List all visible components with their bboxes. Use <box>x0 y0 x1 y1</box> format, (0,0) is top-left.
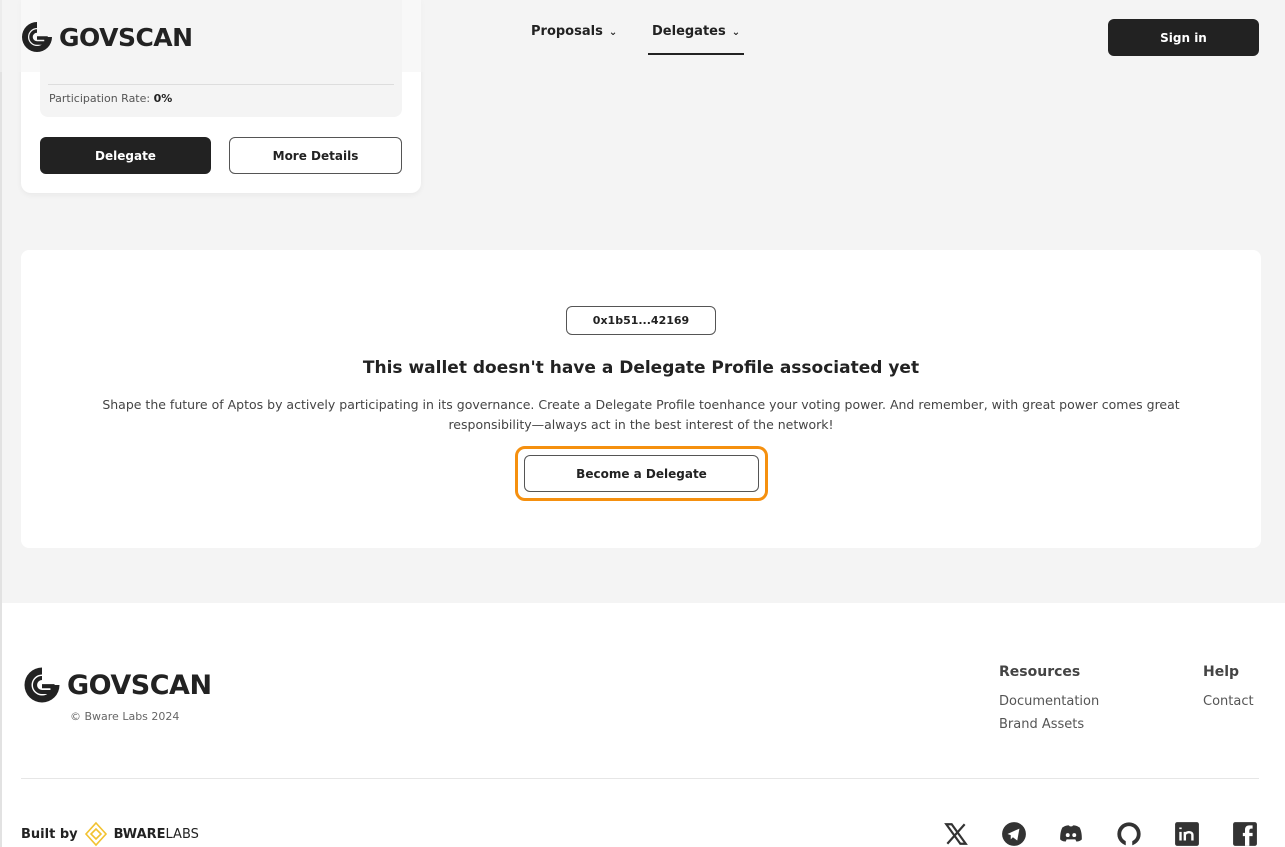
documentation-link[interactable]: Documentation <box>999 694 1099 709</box>
nav-label: Delegates <box>652 24 726 39</box>
become-delegate-button[interactable]: Become a Delegate <box>524 455 759 492</box>
x-icon[interactable] <box>943 821 969 847</box>
divider <box>48 84 394 85</box>
empty-state-panel: 0x1b51...42169 This wallet doesn't have … <box>21 250 1261 548</box>
logo[interactable]: GOVSCAN <box>19 19 193 55</box>
more-details-button[interactable]: More Details <box>229 137 402 174</box>
copyright: © Bware Labs 2024 <box>70 710 180 723</box>
highlight-outline: Become a Delegate <box>515 446 768 501</box>
built-by-label: Built by <box>21 826 78 842</box>
chevron-down-icon: ⌄ <box>608 27 618 38</box>
help-title: Help <box>1203 664 1240 680</box>
built-by[interactable]: Built by BWARELABS <box>21 821 199 847</box>
divider <box>21 778 1259 779</box>
telegram-icon[interactable] <box>1001 821 1027 847</box>
contact-link[interactable]: Contact <box>1203 694 1254 709</box>
main-area: Participation Rate: 0% Delegate More Det… <box>0 0 1285 603</box>
delegate-button[interactable]: Delegate <box>40 137 211 174</box>
chevron-down-icon: ⌄ <box>731 27 741 38</box>
participation-rate: Participation Rate: 0% <box>49 92 172 105</box>
govscan-logo-icon <box>24 667 60 703</box>
github-icon[interactable] <box>1116 821 1142 847</box>
bware-logo-icon <box>84 821 107 847</box>
discord-icon[interactable] <box>1058 821 1084 847</box>
resources-title: Resources <box>999 664 1081 680</box>
empty-state-title: This wallet doesn't have a Delegate Prof… <box>362 358 920 378</box>
logo-text: GOVSCAN <box>67 669 212 701</box>
nav-proposals[interactable]: Proposals ⌄ <box>531 24 617 39</box>
sign-in-button[interactable]: Sign in <box>1108 19 1259 56</box>
nav-label: Proposals <box>531 24 603 39</box>
empty-state-description: Shape the future of Aptos by actively pa… <box>102 397 1180 432</box>
footer-logo[interactable]: GOVSCAN <box>21 664 212 706</box>
govscan-logo-icon <box>22 22 52 52</box>
participation-label: Participation Rate: <box>49 92 151 105</box>
bware-brand: BWARELABS <box>113 826 199 842</box>
linkedin-icon[interactable] <box>1174 821 1200 847</box>
help-column: Help Contact <box>1203 664 1254 717</box>
resources-column: Resources Documentation Brand Assets <box>999 664 1099 740</box>
brand-assets-link[interactable]: Brand Assets <box>999 717 1099 732</box>
logo-text: GOVSCAN <box>59 22 193 52</box>
nav-delegates[interactable]: Delegates ⌄ <box>647 24 745 55</box>
header: GOVSCAN Proposals ⌄ Delegates ⌄ Sign in <box>0 0 1285 72</box>
participation-value: 0% <box>153 92 173 105</box>
facebook-icon[interactable] <box>1232 821 1258 847</box>
wallet-address[interactable]: 0x1b51...42169 <box>566 306 716 335</box>
footer: GOVSCAN © Bware Labs 2024 Resources Docu… <box>0 603 1285 847</box>
